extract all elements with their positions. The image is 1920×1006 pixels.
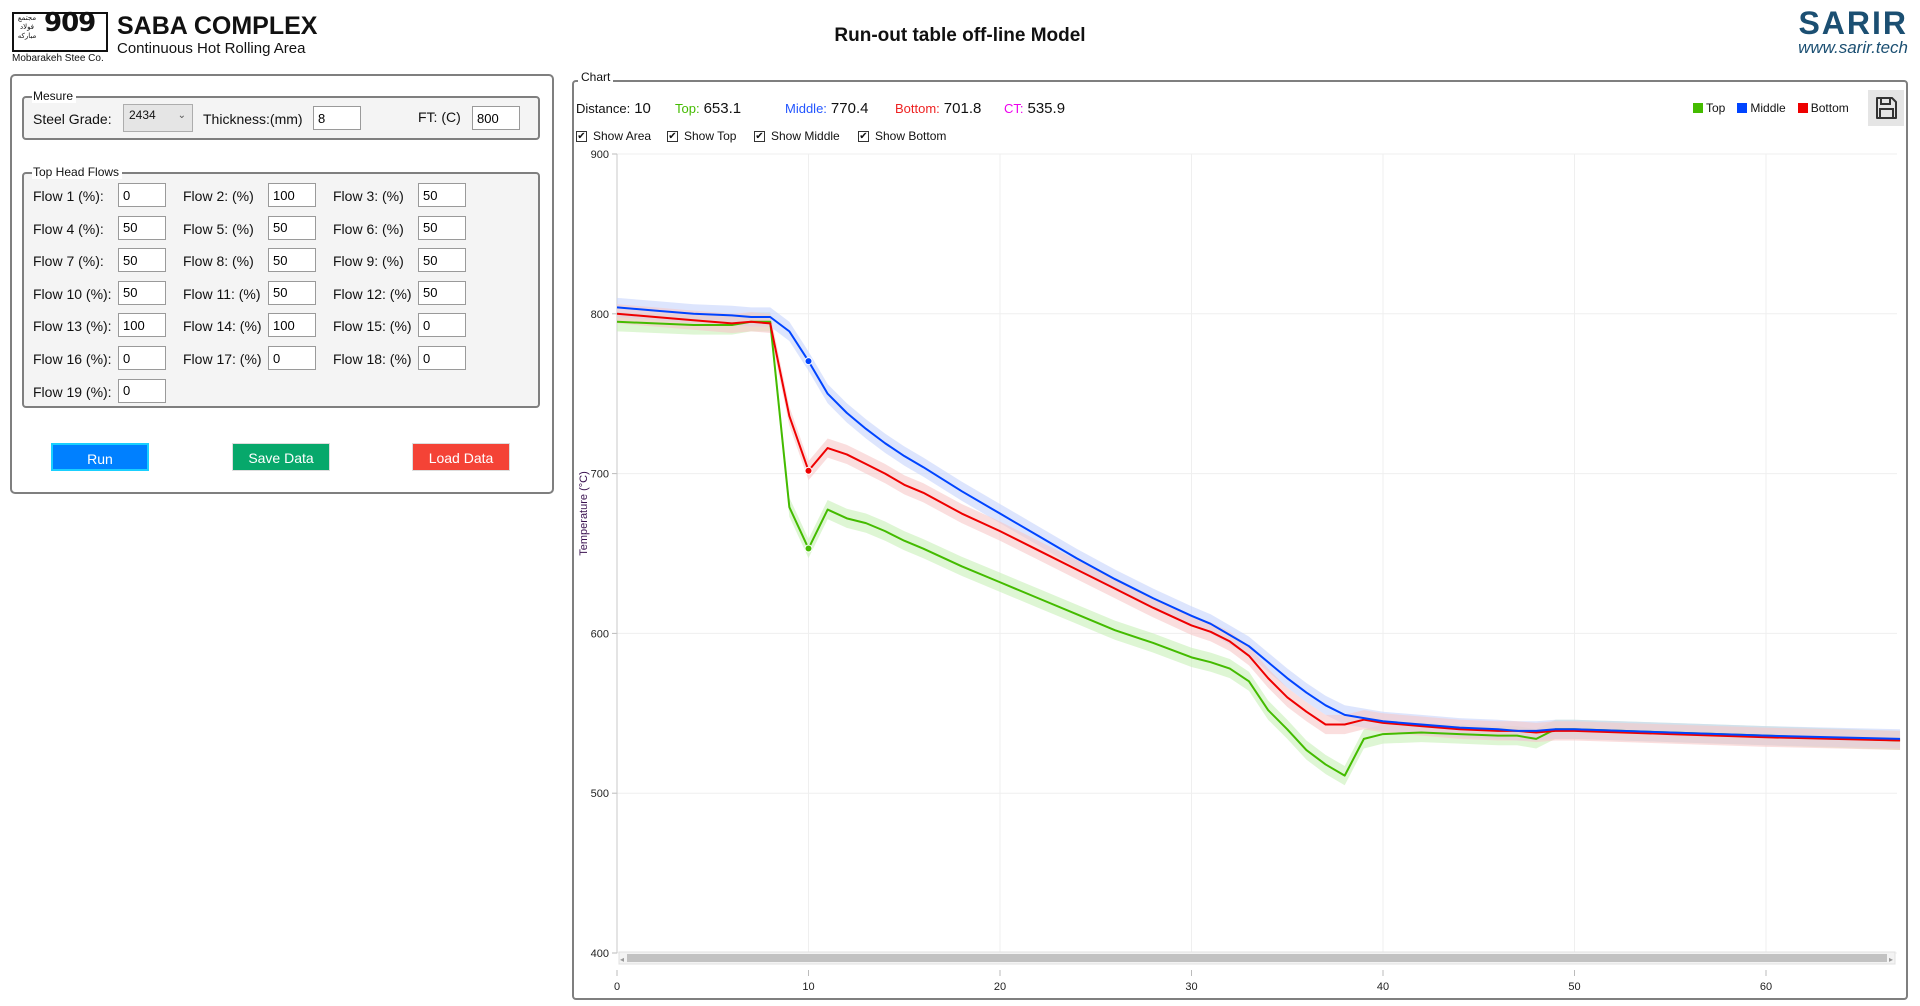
y-tick-label: 600 [591,628,609,640]
y-tick-label: 800 [591,309,609,321]
highlight-point-top [804,544,813,553]
scrollbar-thumb[interactable] [627,954,1887,962]
scroll-left-icon: ◂ [620,955,624,964]
scroll-right-icon: ▸ [1889,955,1893,964]
y-axis-label: Temperature (°C) [578,471,590,555]
x-tick-label: 60 [1760,981,1772,993]
x-tick-label: 30 [1185,981,1197,993]
y-tick-label: 900 [591,149,609,161]
y-tick-label: 500 [591,788,609,800]
x-tick-label: 50 [1568,981,1580,993]
x-tick-label: 40 [1377,981,1389,993]
highlight-point-middle [804,357,813,366]
x-tick-label: 20 [994,981,1006,993]
y-tick-label: 700 [591,469,609,481]
x-tick-label: 10 [802,981,814,993]
highlight-point-bottom [804,466,813,475]
y-tick-label: 400 [591,948,609,960]
temperature-chart: 400 500 600 700 800 900 0 10 20 30 40 50 60 Temperatu… [578,149,1901,993]
x-tick-label: 0 [614,981,620,993]
area-band-middle [617,297,1901,749]
